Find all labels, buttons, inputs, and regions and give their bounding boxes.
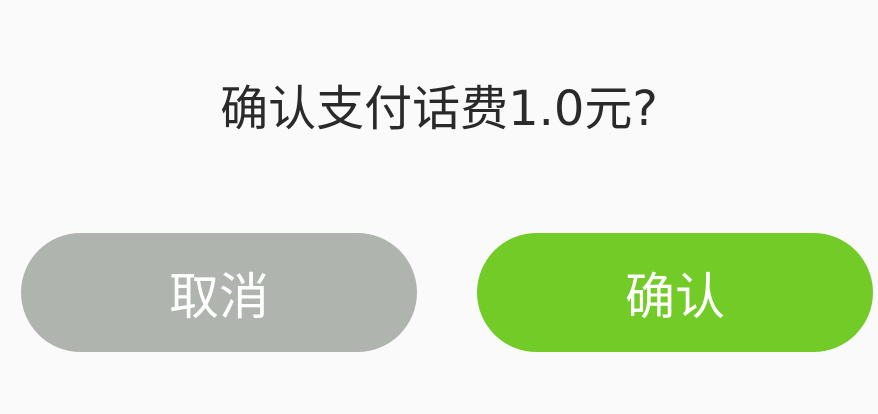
cancel-button[interactable]: 取消	[21, 233, 417, 352]
payment-confirm-dialog: 确认支付话费1.0元? 取消 确认	[0, 0, 878, 414]
cancel-button-label: 取消	[169, 267, 269, 326]
confirm-message: 确认支付话费1.0元?	[220, 81, 658, 137]
confirm-button-label: 确认	[625, 267, 725, 326]
confirm-button[interactable]: 确认	[477, 233, 873, 352]
